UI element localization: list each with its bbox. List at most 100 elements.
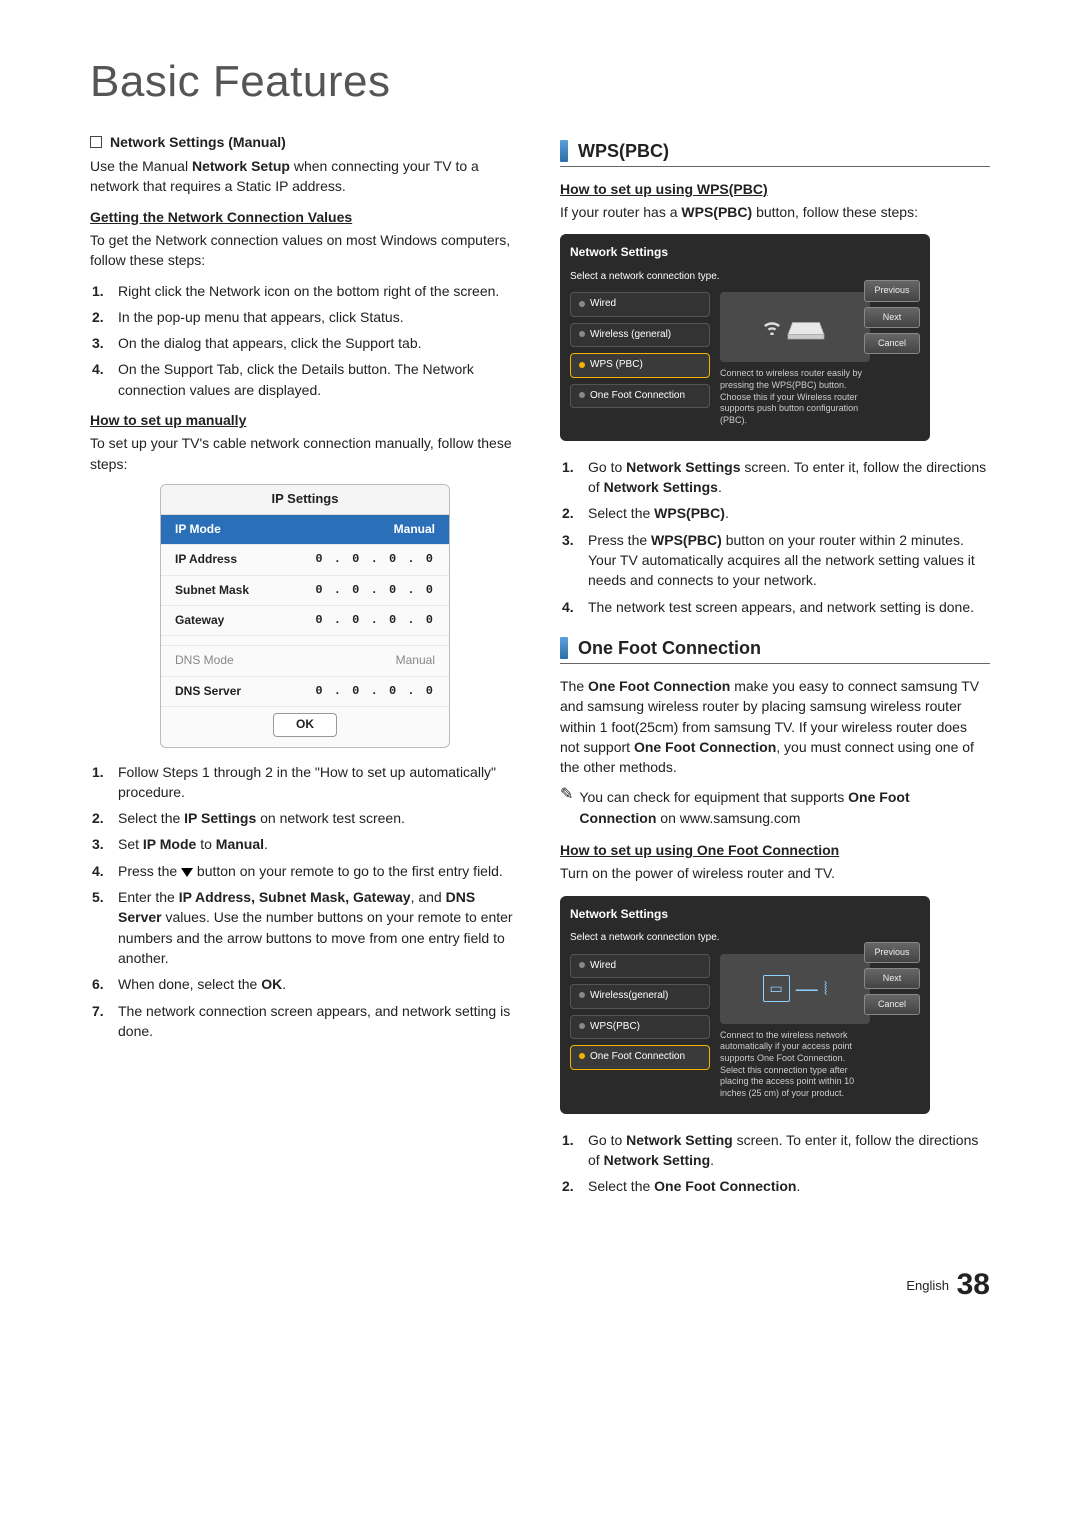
manual-setup-heading: How to set up manually — [90, 410, 520, 430]
ip-label: Gateway — [175, 612, 224, 629]
step-item: Enter the IP Address, Subnet Mask, Gatew… — [90, 887, 520, 968]
ns-manual-label: Network Settings (Manual) — [110, 132, 286, 152]
text: The — [560, 678, 588, 694]
text-bold: IP Settings — [184, 810, 256, 826]
connection-type-wired[interactable]: Wired — [570, 954, 710, 979]
checkbox-icon — [90, 136, 102, 148]
step-item: In the pop-up menu that appears, click S… — [90, 307, 520, 327]
connection-type-wireless[interactable]: Wireless(general) — [570, 984, 710, 1009]
ip-label: IP Mode — [175, 521, 221, 538]
text-bold: WPS(PBC) — [654, 505, 725, 521]
connection-type-onefoot[interactable]: One Foot Connection — [570, 384, 710, 409]
router-preview — [720, 292, 870, 362]
step-item: Select the One Foot Connection. — [560, 1176, 990, 1196]
ip-value: 0 . 0 . 0 . 0 — [315, 582, 435, 599]
step-item: Press the button on your remote to go to… — [90, 861, 520, 881]
text-bold: Network Setting — [604, 1152, 711, 1168]
text: button, follow these steps: — [752, 204, 918, 220]
text: Select the — [588, 505, 654, 521]
step-item: Follow Steps 1 through 2 in the "How to … — [90, 762, 520, 803]
previous-button[interactable]: Previous — [864, 280, 920, 301]
previous-button[interactable]: Previous — [864, 942, 920, 963]
ip-settings-title: IP Settings — [161, 485, 449, 515]
text: Press the — [588, 532, 651, 548]
text: . — [282, 976, 286, 992]
getting-values-heading: Getting the Network Connection Values — [90, 207, 520, 227]
dialog-description: Connect to wireless router easily by pre… — [720, 368, 870, 426]
footer-lang: English — [906, 1278, 949, 1293]
wps-intro: If your router has a WPS(PBC) button, fo… — [560, 202, 990, 222]
text: . — [725, 505, 729, 521]
wifi-icon — [761, 319, 783, 335]
ofc-section-heading: One Foot Connection — [560, 635, 990, 661]
text-bold: Network Setup — [192, 158, 290, 174]
radio-icon — [579, 362, 585, 368]
next-button[interactable]: Next — [864, 307, 920, 328]
ip-row-dnsserver: DNS Server 0 . 0 . 0 . 0 — [161, 677, 449, 707]
text: When done, select the — [118, 976, 261, 992]
footer-page-number: 38 — [957, 1268, 990, 1301]
text: You can check for equipment that support… — [579, 789, 848, 805]
ip-value: 0 . 0 . 0 . 0 — [315, 683, 435, 700]
ip-label: IP Address — [175, 551, 237, 568]
radio-icon — [579, 1053, 585, 1059]
cancel-button[interactable]: Cancel — [864, 333, 920, 354]
connection-type-wps[interactable]: WPS (PBC) — [570, 353, 710, 378]
text: Select the — [588, 1178, 654, 1194]
manual-setup-intro: To set up your TV's cable network connec… — [90, 433, 520, 474]
network-settings-dialog-ofc: Network Settings Select a network connec… — [560, 896, 930, 1114]
ip-value: 0 . 0 . 0 . 0 — [315, 551, 435, 568]
connection-type-wps[interactable]: WPS(PBC) — [570, 1015, 710, 1040]
step-item: Select the IP Settings on network test s… — [90, 808, 520, 828]
section-title: One Foot Connection — [578, 635, 761, 661]
network-settings-dialog-wps: Network Settings Select a network connec… — [560, 234, 930, 440]
step-item: Set IP Mode to Manual. — [90, 834, 520, 854]
ip-row-gateway: Gateway 0 . 0 . 0 . 0 — [161, 606, 449, 636]
item-label: WPS (PBC) — [590, 359, 643, 370]
item-label: WPS(PBC) — [590, 1021, 640, 1032]
text-bold: WPS(PBC) — [651, 532, 722, 548]
text: . — [718, 479, 722, 495]
tv-icon: ▭ — [763, 975, 790, 1001]
ip-ok-button[interactable]: OK — [273, 713, 337, 736]
item-label: Wired — [590, 960, 616, 971]
text-bold: Network Setting — [626, 1132, 733, 1148]
text: button on your remote to go to the first… — [193, 863, 503, 879]
connection-type-wired[interactable]: Wired — [570, 292, 710, 317]
ofc-description: The One Foot Connection make you easy to… — [560, 676, 990, 777]
router-icon — [783, 312, 829, 342]
ofc-note: ✎ You can check for equipment that suppo… — [560, 787, 990, 828]
step-item: Press the WPS(PBC) button on your router… — [560, 530, 990, 591]
text: values. Use the number buttons on your r… — [118, 909, 513, 966]
text: on www.samsung.com — [656, 810, 800, 826]
page-title: Basic Features — [90, 50, 990, 114]
network-settings-manual-heading: Network Settings (Manual) — [90, 132, 520, 152]
divider — [560, 166, 990, 167]
ip-row-subnet: Subnet Mask 0 . 0 . 0 . 0 — [161, 576, 449, 606]
connection-type-onefoot[interactable]: One Foot Connection — [570, 1045, 710, 1070]
item-label: Wireless (general) — [590, 329, 671, 340]
radio-icon — [579, 301, 585, 307]
right-column: WPS(PBC) How to set up using WPS(PBC) If… — [560, 132, 990, 1203]
note-icon: ✎ — [560, 787, 573, 803]
dialog-title: Network Settings — [570, 906, 920, 923]
text: If your router has a — [560, 204, 681, 220]
ip-value: Manual — [394, 521, 435, 538]
ip-label: DNS Server — [175, 683, 241, 700]
ip-row-dnsmode: DNS Mode Manual — [161, 646, 449, 676]
ip-row-address: IP Address 0 . 0 . 0 . 0 — [161, 545, 449, 575]
text: . — [710, 1152, 714, 1168]
text: on network test screen. — [256, 810, 405, 826]
ip-value: 0 . 0 . 0 . 0 — [315, 612, 435, 629]
connection-type-wireless[interactable]: Wireless (general) — [570, 323, 710, 348]
next-button[interactable]: Next — [864, 968, 920, 989]
text-bold: One Foot Connection — [588, 678, 730, 694]
text: to — [196, 836, 215, 852]
text: Enter the — [118, 889, 179, 905]
connection-type-list: Wired Wireless(general) WPS(PBC) One Foo… — [570, 954, 710, 1100]
item-label: One Foot Connection — [590, 1051, 685, 1062]
text: Set — [118, 836, 143, 852]
cancel-button[interactable]: Cancel — [864, 994, 920, 1015]
text: , and — [411, 889, 446, 905]
text: Select the — [118, 810, 184, 826]
